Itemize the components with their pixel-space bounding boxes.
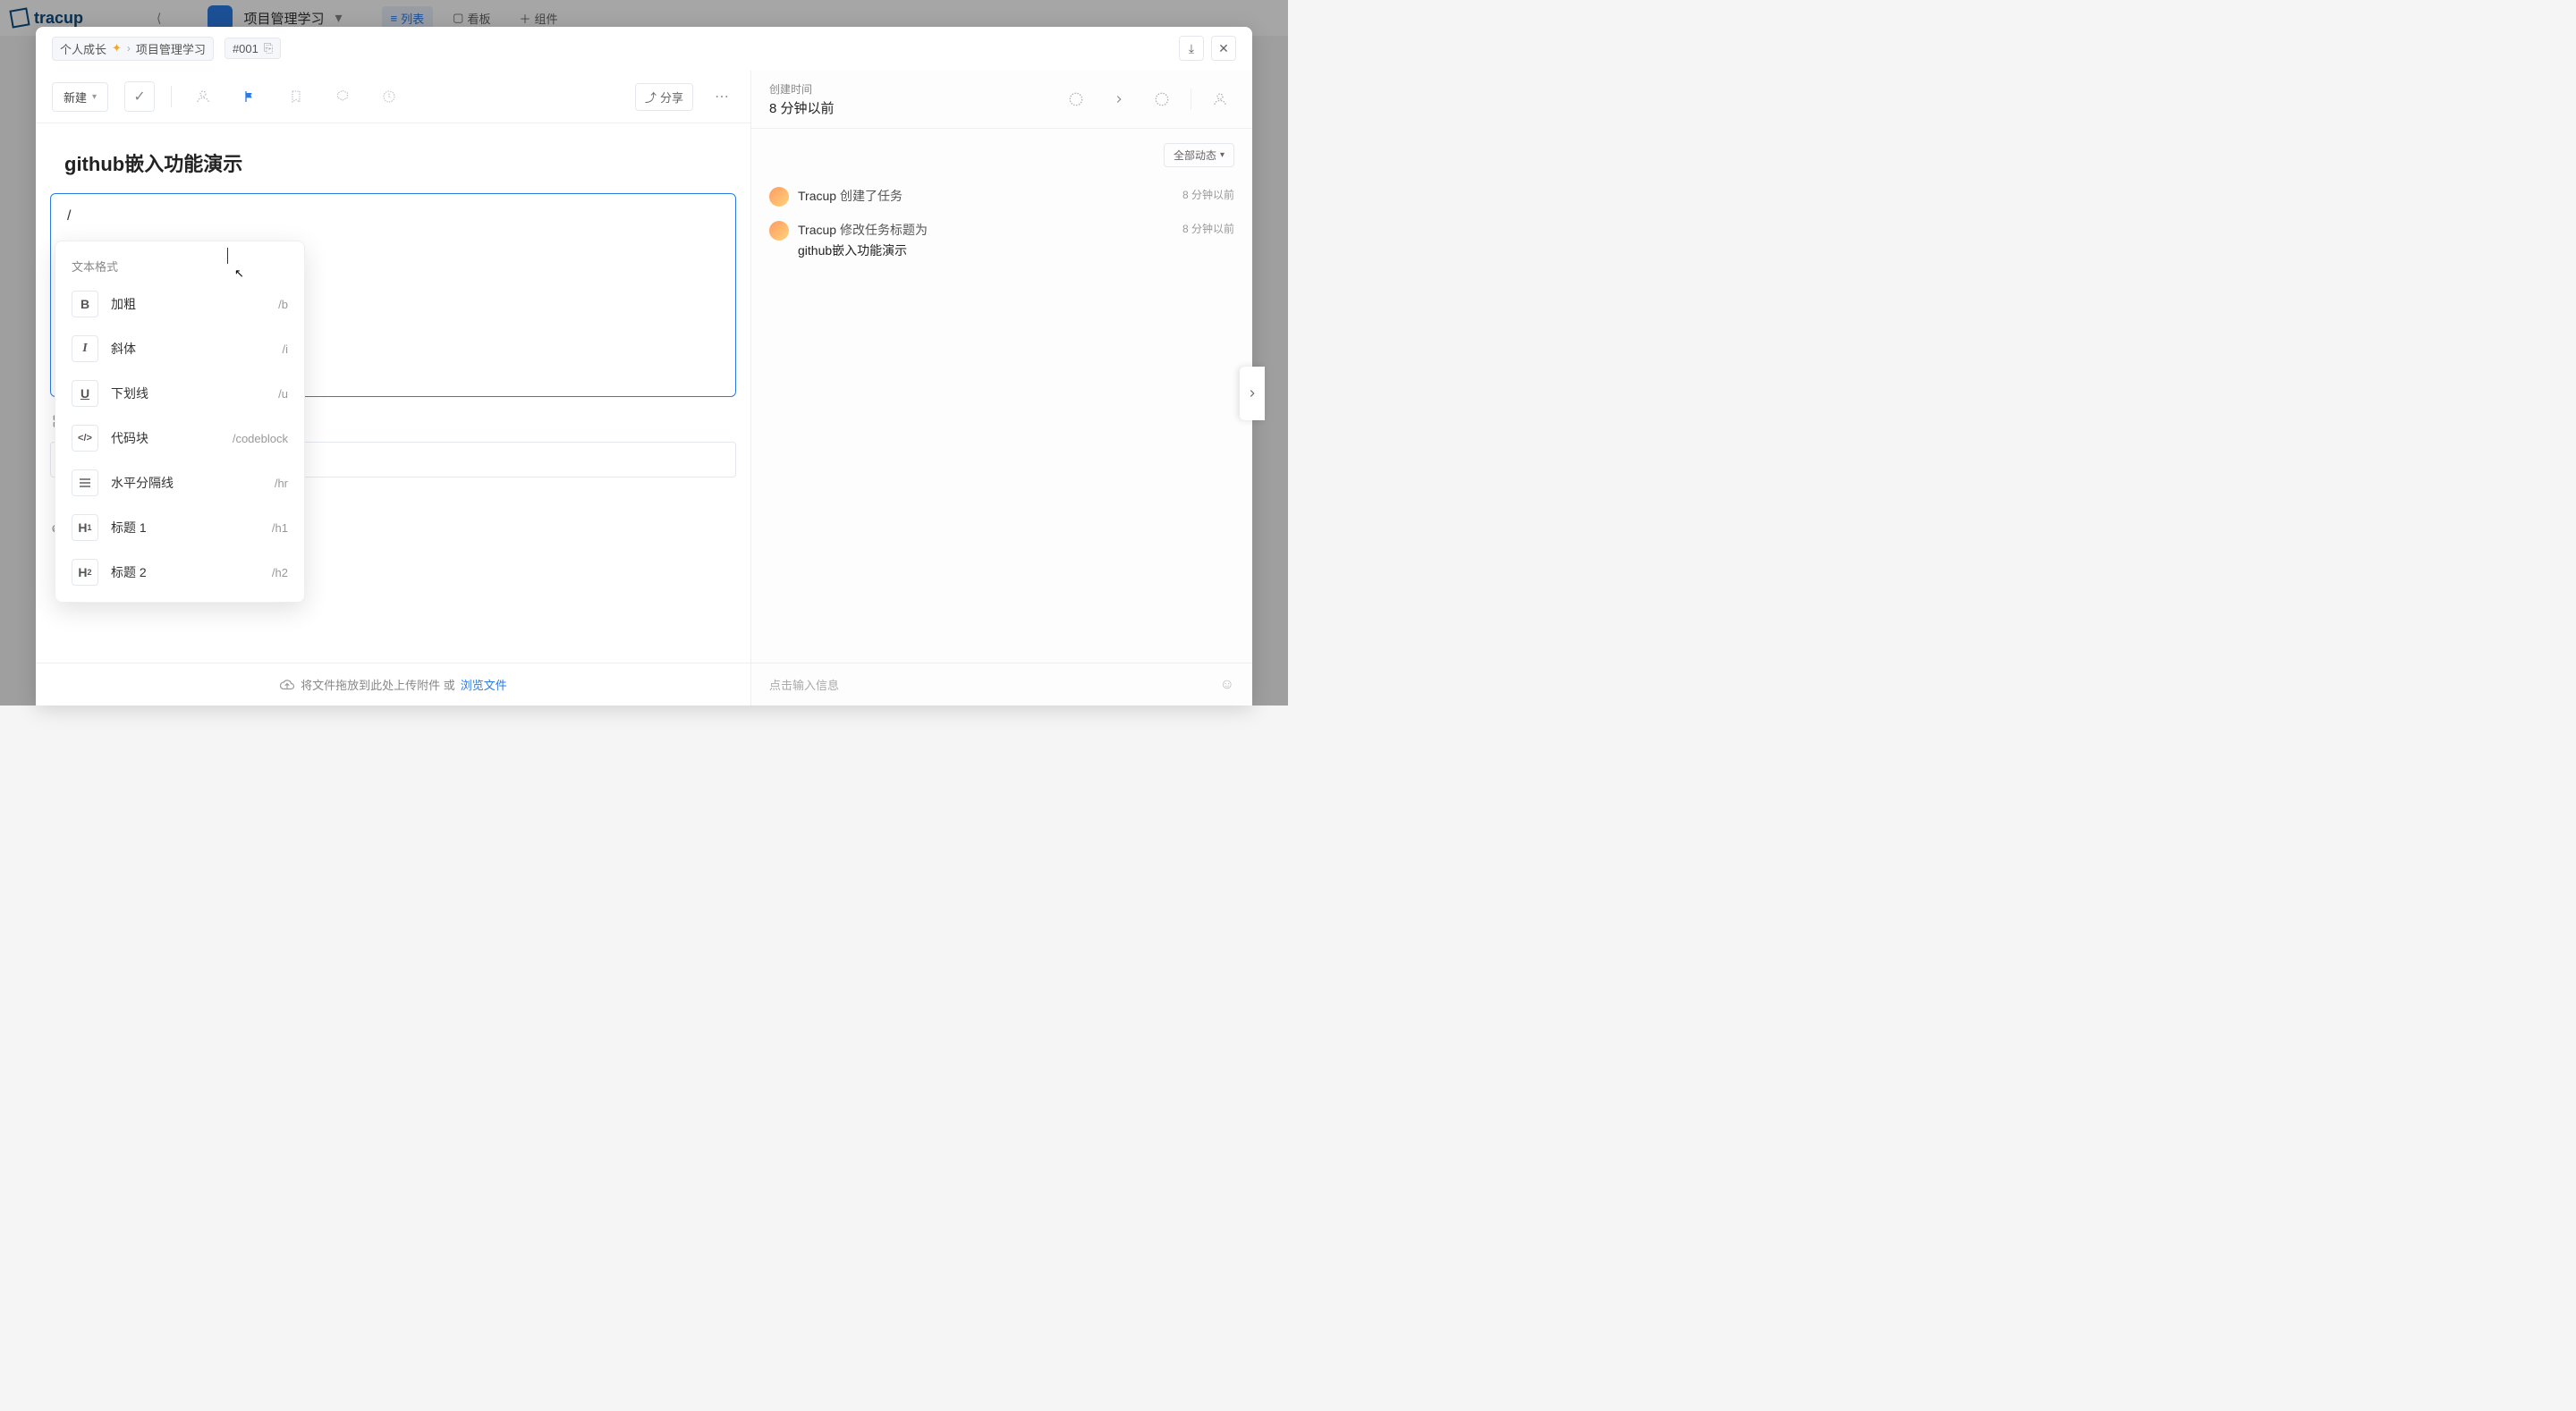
slash-menu-header: 文本格式 xyxy=(55,249,304,282)
breadcrumb[interactable]: 个人成长 ✦ › 项目管理学习 xyxy=(52,37,214,61)
avatar xyxy=(769,187,789,207)
new-button[interactable]: 新建 ▾ xyxy=(52,82,108,112)
chevron-down-icon: ▾ xyxy=(92,92,97,102)
code-icon: </> xyxy=(72,425,98,452)
slash-shortcut: /h2 xyxy=(272,566,288,579)
chevron-right-icon[interactable] xyxy=(1105,85,1133,114)
created-value: 8 分钟以前 xyxy=(769,98,1047,117)
watchers-icon[interactable] xyxy=(1206,85,1234,114)
slash-item-codeblock[interactable]: </> 代码块 /codeblock xyxy=(55,416,304,460)
breadcrumb-sep: › xyxy=(127,42,131,55)
cloud-upload-icon xyxy=(279,677,295,693)
divider xyxy=(171,86,172,107)
share-icon: ⤴ xyxy=(645,89,657,106)
slash-item-h1[interactable]: H1 标题 1 /h1 xyxy=(55,505,304,550)
upload-text: 将文件拖放到此处上传附件 或 xyxy=(301,676,455,693)
task-toolbar: 新建 ▾ ✓ xyxy=(36,71,750,123)
bold-icon: B xyxy=(72,291,98,317)
slash-label: 下划线 xyxy=(111,384,266,402)
complete-button[interactable]: ✓ xyxy=(124,81,155,112)
activity-item: Tracup 创建了任务 8 分钟以前 xyxy=(769,180,1234,214)
minimize-button[interactable]: ⤓ xyxy=(1179,36,1204,61)
upload-footer[interactable]: 将文件拖放到此处上传附件 或 浏览文件 xyxy=(36,663,750,706)
slash-item-italic[interactable]: I 斜体 /i xyxy=(55,326,304,371)
activity-detail: github嵌入功能演示 xyxy=(798,241,1174,259)
slash-item-underline[interactable]: U 下划线 /u xyxy=(55,371,304,416)
activity-action: 修改任务标题为 xyxy=(840,223,928,237)
activity-panel: 创建时间 8 分钟以前 xyxy=(751,71,1252,706)
text-caret xyxy=(227,248,228,264)
slash-shortcut: /hr xyxy=(275,477,288,490)
breadcrumb-root[interactable]: 个人成长 xyxy=(60,40,106,57)
activity-action: 创建了任务 xyxy=(840,189,902,203)
right-header: 创建时间 8 分钟以前 xyxy=(751,71,1252,129)
slash-shortcut: /codeblock xyxy=(233,432,288,445)
next-time-icon[interactable] xyxy=(1148,85,1176,114)
italic-icon: I xyxy=(72,335,98,362)
task-id-pill[interactable]: #001 ⎘ xyxy=(225,38,281,59)
comment-footer: 点击输入信息 ☺ xyxy=(751,663,1252,706)
activity-item: Tracup 修改任务标题为 github嵌入功能演示 8 分钟以前 xyxy=(769,214,1234,266)
copy-icon[interactable]: ⎘ xyxy=(264,41,273,55)
box-icon[interactable] xyxy=(327,81,358,112)
slash-label: 标题 1 xyxy=(111,519,259,537)
slash-label: 斜体 xyxy=(111,340,270,358)
task-main-panel: 新建 ▾ ✓ xyxy=(36,71,751,706)
activity-time: 8 分钟以前 xyxy=(1182,187,1234,207)
prev-time-icon[interactable] xyxy=(1062,85,1090,114)
h2-icon: H2 xyxy=(72,559,98,586)
more-button[interactable]: ⋯ xyxy=(709,84,734,109)
slash-command-menu: ↖ 文本格式 B 加粗 /b I 斜体 /i U xyxy=(55,241,305,603)
comment-input[interactable]: 点击输入信息 xyxy=(769,676,1220,693)
task-title[interactable]: github嵌入功能演示 xyxy=(50,145,736,193)
activity-user: Tracup xyxy=(798,189,836,203)
slash-shortcut: /h1 xyxy=(272,521,288,535)
activity-filter-button[interactable]: 全部动态 ▾ xyxy=(1164,143,1234,167)
browse-link[interactable]: 浏览文件 xyxy=(461,676,507,693)
slash-label: 代码块 xyxy=(111,429,220,447)
slash-label: 加粗 xyxy=(111,295,266,313)
breadcrumb-bar: 个人成长 ✦ › 项目管理学习 #001 ⎘ ⤓ ✕ xyxy=(36,27,1252,71)
h1-icon: H1 xyxy=(72,514,98,541)
slash-label: 水平分隔线 xyxy=(111,474,262,492)
slash-item-h2[interactable]: H2 标题 2 /h2 xyxy=(55,550,304,595)
chevron-down-icon: ▾ xyxy=(1220,150,1224,160)
bookmark-icon[interactable] xyxy=(281,81,311,112)
underline-icon: U xyxy=(72,380,98,407)
close-button[interactable]: ✕ xyxy=(1211,36,1236,61)
activity-time: 8 分钟以前 xyxy=(1182,221,1234,259)
clock-icon[interactable] xyxy=(374,81,404,112)
slash-item-hr[interactable]: 水平分隔线 /hr xyxy=(55,460,304,505)
editor-text[interactable]: / xyxy=(67,208,719,224)
hr-icon xyxy=(72,469,98,496)
description-editor[interactable]: / ↖ 文本格式 B 加粗 /b I 斜体 xyxy=(50,193,736,397)
emoji-icon[interactable]: ☺ xyxy=(1220,677,1234,693)
slash-shortcut: /i xyxy=(283,342,289,356)
assignee-icon[interactable] xyxy=(188,81,218,112)
slash-shortcut: /b xyxy=(278,298,288,311)
slash-shortcut: /u xyxy=(278,387,288,401)
task-detail-modal: 个人成长 ✦ › 项目管理学习 #001 ⎘ ⤓ ✕ 新建 ▾ ✓ xyxy=(36,27,1252,706)
cursor-icon: ↖ xyxy=(234,266,244,281)
activity-user: Tracup xyxy=(798,223,836,237)
breadcrumb-project[interactable]: 项目管理学习 xyxy=(136,40,206,57)
slash-label: 标题 2 xyxy=(111,563,259,581)
flag-icon[interactable] xyxy=(234,81,265,112)
slash-item-bold[interactable]: B 加粗 /b xyxy=(55,282,304,326)
created-label: 创建时间 xyxy=(769,81,1047,97)
share-button[interactable]: ⤴ 分享 xyxy=(635,83,693,111)
expand-panel-tab[interactable] xyxy=(1240,367,1265,420)
avatar xyxy=(769,221,789,241)
